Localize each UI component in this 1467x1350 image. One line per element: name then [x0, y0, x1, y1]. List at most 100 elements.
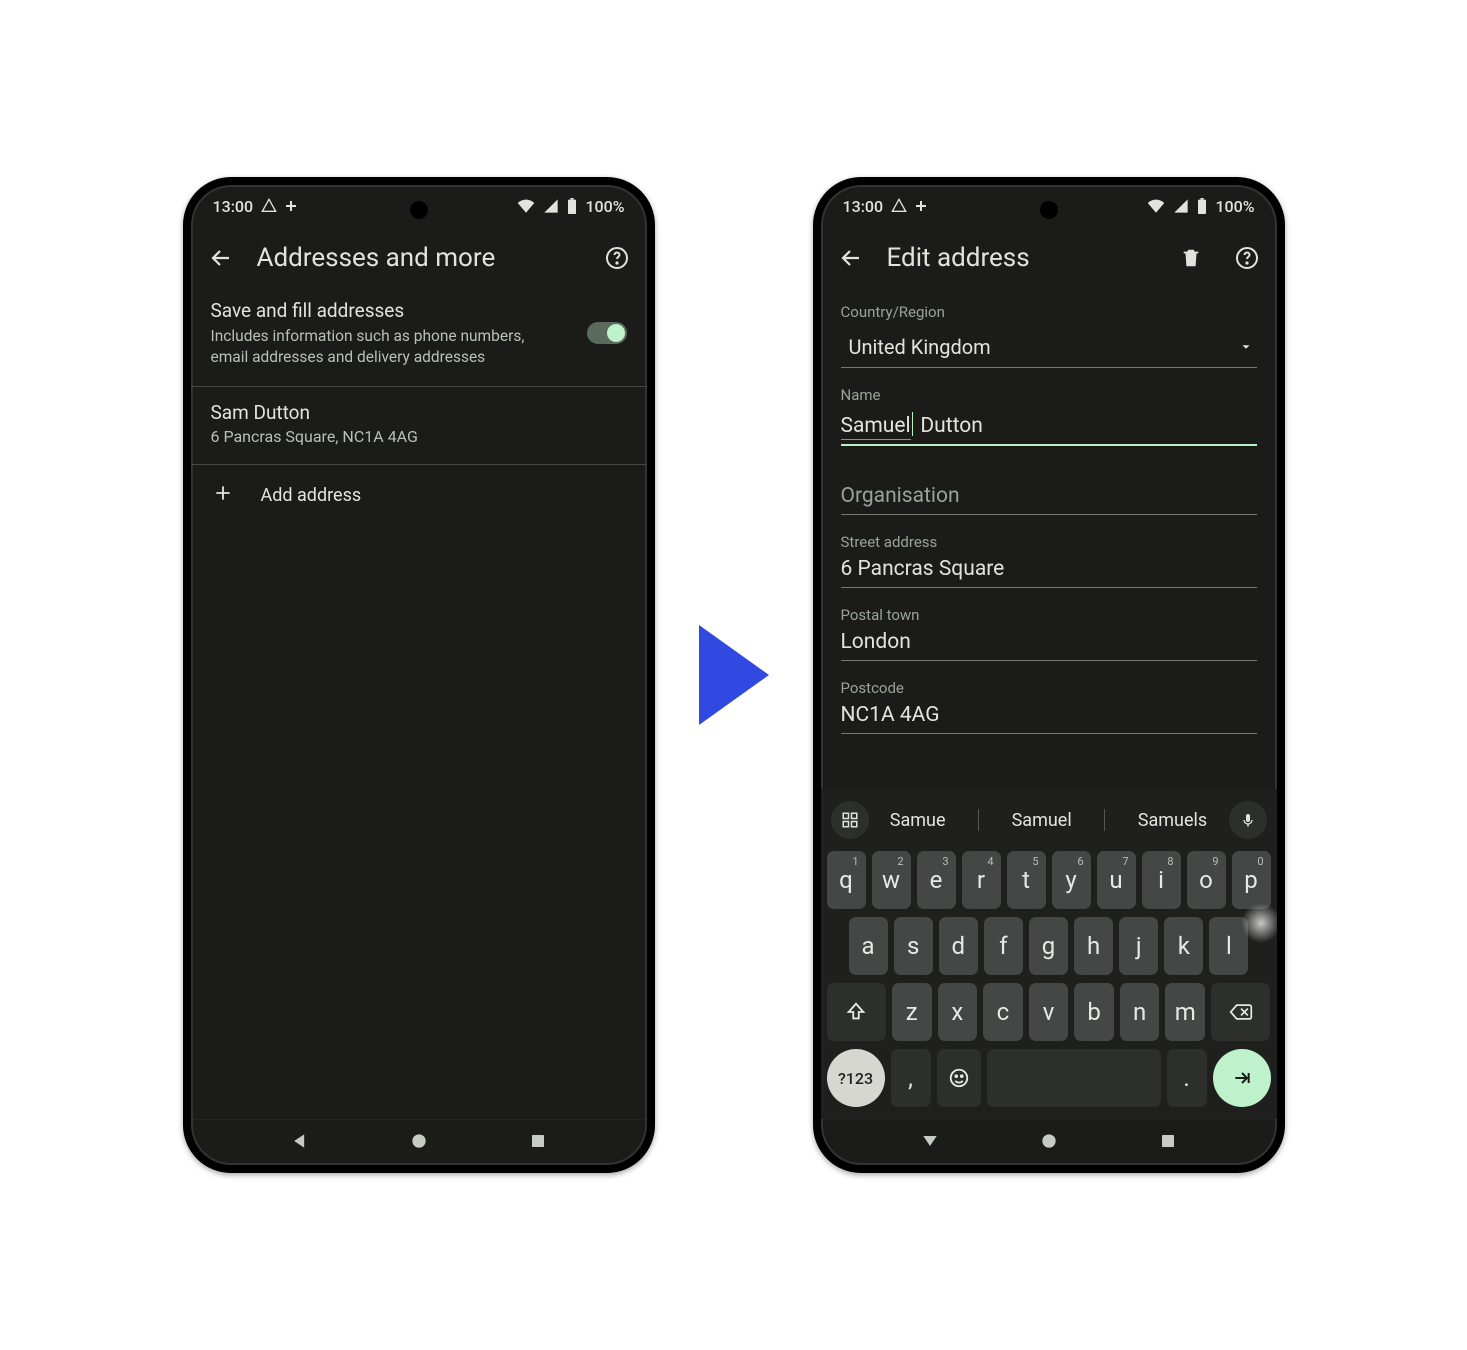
key-i[interactable]: i8: [1142, 851, 1181, 909]
nav-bar: [191, 1119, 647, 1165]
postcode-input[interactable]: [841, 697, 1257, 734]
key-f[interactable]: f: [984, 917, 1023, 975]
dnd-icon: [891, 198, 907, 214]
town-label: Postal town: [841, 606, 1257, 624]
suggestion-3[interactable]: Samuels: [1128, 802, 1217, 839]
next-key[interactable]: [1213, 1049, 1271, 1107]
key-k[interactable]: k: [1164, 917, 1203, 975]
save-fill-setting[interactable]: Save and fill addresses Includes informa…: [191, 285, 647, 387]
key-s[interactable]: s: [894, 917, 933, 975]
status-time: 13:00: [213, 197, 254, 216]
delete-icon[interactable]: [1177, 244, 1205, 272]
key-j[interactable]: j: [1119, 917, 1158, 975]
key-p[interactable]: p0: [1232, 851, 1271, 909]
suggestion-1[interactable]: Samue: [880, 802, 956, 839]
period-key[interactable]: .: [1167, 1049, 1207, 1107]
nav-home-icon[interactable]: [409, 1131, 429, 1155]
key-d[interactable]: d: [939, 917, 978, 975]
country-dropdown[interactable]: United Kingdom: [841, 325, 1257, 368]
name-word1: Samuel: [841, 414, 911, 440]
emoji-key[interactable]: [937, 1049, 981, 1107]
country-value: United Kingdom: [849, 335, 991, 359]
key-v[interactable]: v: [1029, 983, 1069, 1041]
key-o[interactable]: o9: [1187, 851, 1226, 909]
app-bar: Addresses and more: [191, 227, 647, 285]
key-t[interactable]: t5: [1007, 851, 1046, 909]
shift-key[interactable]: [827, 983, 886, 1041]
saved-address-row[interactable]: Sam Dutton 6 Pancras Square, NC1A 4AG: [191, 387, 647, 465]
add-address-row[interactable]: Add address: [191, 465, 647, 526]
key-z[interactable]: z: [892, 983, 932, 1041]
transition-arrow-icon: [699, 625, 769, 725]
key-l[interactable]: l: [1209, 917, 1248, 975]
key-x[interactable]: x: [938, 983, 978, 1041]
street-label: Street address: [841, 533, 1257, 551]
signal-icon: [543, 199, 559, 213]
town-input[interactable]: [841, 624, 1257, 661]
name-word2: Dutton: [920, 414, 982, 438]
key-m[interactable]: m: [1165, 983, 1205, 1041]
symbols-key[interactable]: ?123: [827, 1049, 885, 1107]
wifi-icon: [517, 199, 535, 213]
nav-back-icon[interactable]: [290, 1131, 310, 1155]
name-label: Name: [841, 386, 1257, 404]
signal-icon: [1173, 199, 1189, 213]
space-key[interactable]: [987, 1049, 1161, 1107]
country-label: Country/Region: [841, 303, 1257, 321]
plus-icon: [285, 200, 297, 212]
comma-key[interactable]: ,: [891, 1049, 931, 1107]
nav-bar: [821, 1119, 1277, 1165]
key-e[interactable]: e3: [917, 851, 956, 909]
phone-right: 13:00 100% Edit address: [813, 177, 1285, 1173]
key-u[interactable]: u7: [1097, 851, 1136, 909]
nav-recents-icon[interactable]: [1159, 1132, 1177, 1154]
key-q[interactable]: q1: [827, 851, 866, 909]
address-name: Sam Dutton: [211, 401, 627, 424]
key-b[interactable]: b: [1074, 983, 1114, 1041]
suggestion-2[interactable]: Samuel: [1002, 802, 1082, 839]
key-y[interactable]: y6: [1052, 851, 1091, 909]
key-w[interactable]: w2: [872, 851, 911, 909]
page-title: Addresses and more: [257, 243, 581, 273]
key-h[interactable]: h: [1074, 917, 1113, 975]
name-input[interactable]: Samuel Dutton: [841, 406, 1257, 446]
nav-home-icon[interactable]: [1039, 1131, 1059, 1155]
organisation-placeholder: Organisation: [841, 484, 960, 508]
add-address-label: Add address: [261, 485, 362, 506]
app-bar: Edit address: [821, 227, 1277, 285]
key-c[interactable]: c: [983, 983, 1023, 1041]
voice-input-icon[interactable]: [1229, 801, 1267, 839]
key-a[interactable]: a: [849, 917, 888, 975]
help-icon[interactable]: [603, 244, 631, 272]
camera-notch: [410, 201, 428, 219]
key-g[interactable]: g: [1029, 917, 1068, 975]
chevron-down-icon: [1239, 335, 1253, 359]
back-icon[interactable]: [207, 244, 235, 272]
battery-icon: [1197, 198, 1207, 214]
dnd-icon: [261, 198, 277, 214]
key-n[interactable]: n: [1120, 983, 1160, 1041]
organisation-input[interactable]: Organisation: [841, 474, 1257, 515]
plus-icon: [915, 200, 927, 212]
postcode-label: Postcode: [841, 679, 1257, 697]
toggle-switch[interactable]: [587, 322, 627, 344]
street-input[interactable]: [841, 551, 1257, 588]
toolbar-icon[interactable]: [831, 801, 869, 839]
setting-title: Save and fill addresses: [211, 299, 569, 322]
keyboard: Samue Samuel Samuels q1w2e3r4t5y6u7i8o9p…: [821, 789, 1277, 1119]
camera-notch: [1040, 201, 1058, 219]
backspace-key[interactable]: [1211, 983, 1270, 1041]
page-title: Edit address: [887, 243, 1155, 273]
nav-back-icon[interactable]: [920, 1131, 940, 1155]
back-icon[interactable]: [837, 244, 865, 272]
suggestion-bar: Samue Samuel Samuels: [821, 797, 1277, 843]
text-caret: [912, 412, 914, 436]
key-r[interactable]: r4: [962, 851, 1001, 909]
nav-recents-icon[interactable]: [529, 1132, 547, 1154]
battery-pct: 100%: [585, 197, 624, 216]
battery-icon: [567, 198, 577, 214]
status-time: 13:00: [843, 197, 884, 216]
help-icon[interactable]: [1233, 244, 1261, 272]
plus-icon: [213, 483, 233, 508]
phone-left: 13:00 100% Addresses and more: [183, 177, 655, 1173]
